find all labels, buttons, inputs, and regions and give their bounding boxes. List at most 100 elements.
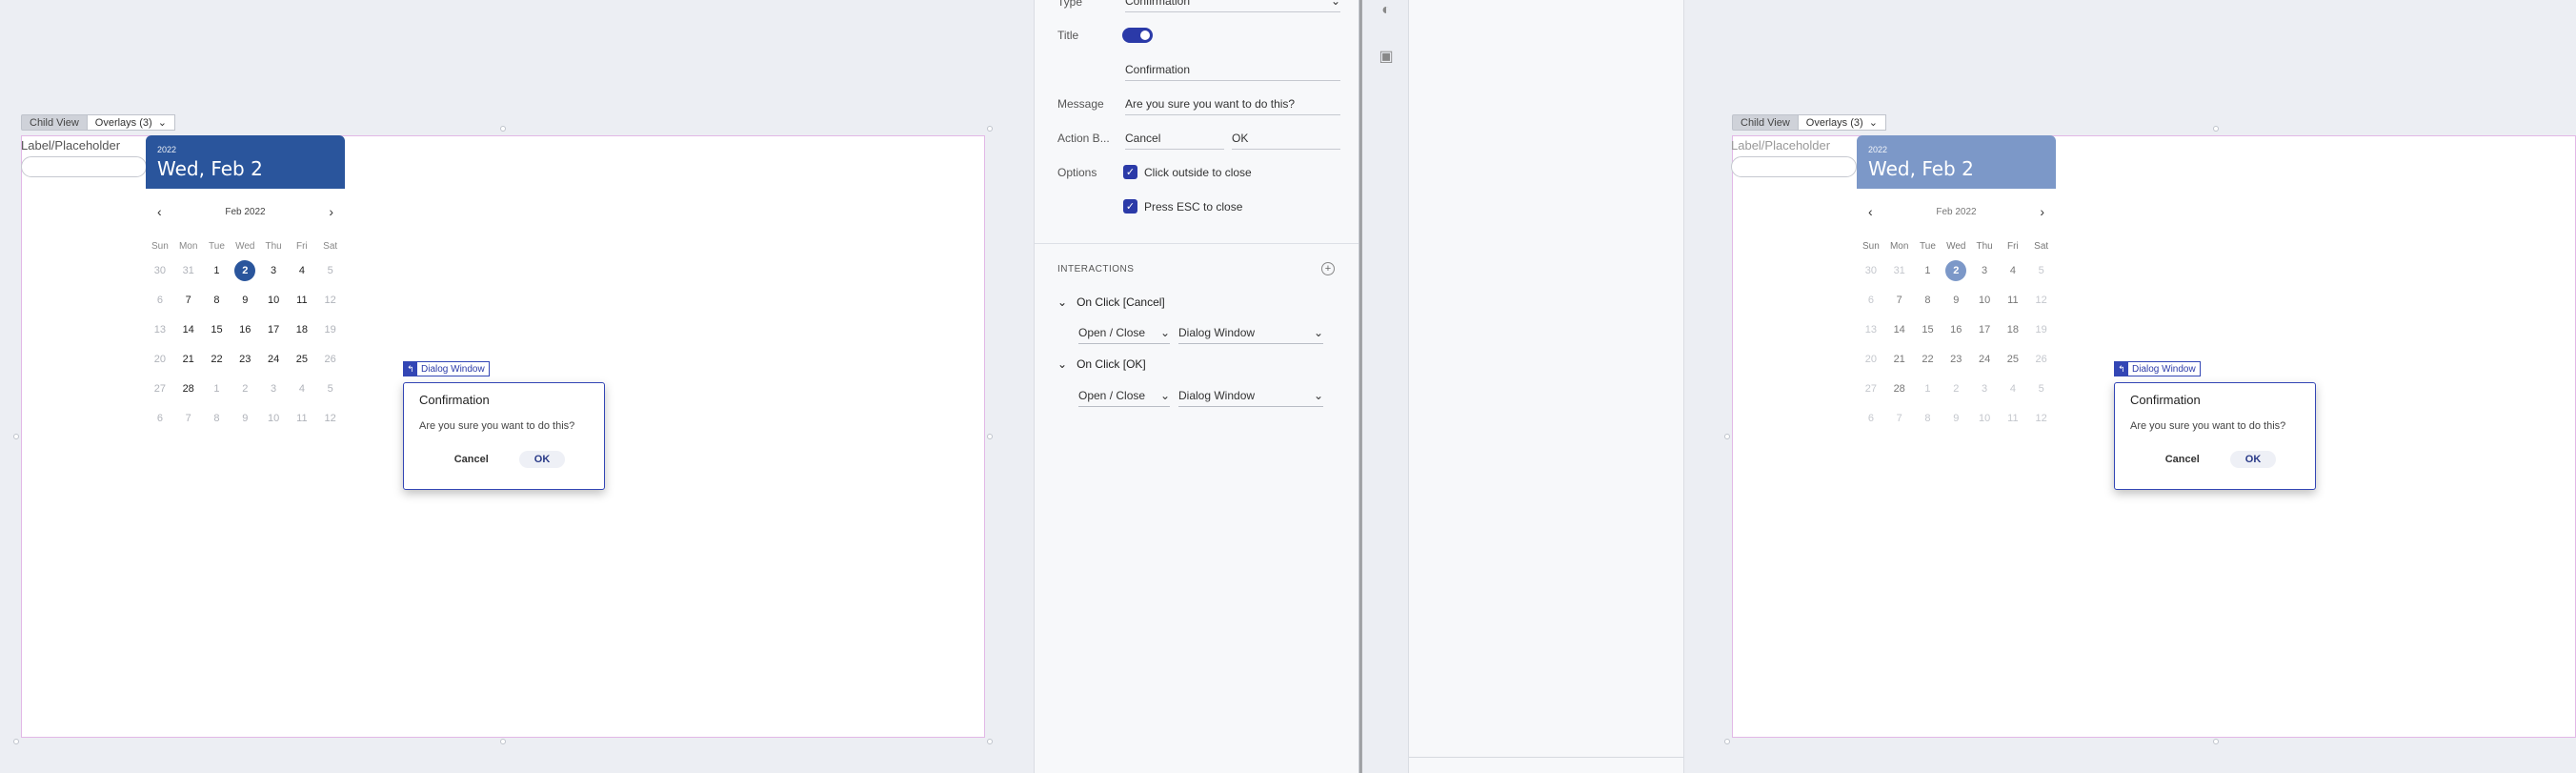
check-icon[interactable]: ✓ [1123, 199, 1137, 214]
date-input[interactable] [21, 156, 147, 177]
calendar-day[interactable]: 15 [1914, 315, 1942, 344]
calendar-day-selected[interactable]: 2 [231, 255, 259, 285]
option-click-outside[interactable]: Click outside to close [1144, 166, 1252, 179]
calendar-day[interactable]: 30 [146, 255, 174, 285]
calendar-day[interactable]: 19 [2027, 315, 2056, 344]
calendar-day[interactable]: 25 [288, 344, 316, 374]
calendar-day[interactable]: 12 [2027, 285, 2056, 315]
calendar-day[interactable]: 31 [174, 255, 203, 285]
calendar-day[interactable]: 7 [174, 285, 203, 315]
calendar-day[interactable]: 24 [1970, 344, 1999, 374]
calendar-day[interactable]: 10 [1970, 403, 1999, 433]
dialog-cancel-button[interactable]: Cancel [2154, 451, 2211, 468]
type-select[interactable]: Confirmation ⌄ [1125, 0, 1340, 12]
calendar-day[interactable]: 23 [231, 344, 259, 374]
calendar-day[interactable]: 24 [259, 344, 288, 374]
action-ok-input[interactable]: OK [1232, 132, 1340, 150]
calendar-day[interactable]: 20 [1857, 344, 1885, 374]
calendar-day[interactable]: 21 [1885, 344, 1914, 374]
calendar-day[interactable]: 10 [259, 285, 288, 315]
calendar-day[interactable]: 19 [316, 315, 345, 344]
breadcrumb-overlays[interactable]: Overlays (3) ⌄ [1798, 114, 1886, 131]
chevron-right-icon[interactable]: › [329, 204, 333, 219]
resize-handle[interactable] [13, 434, 19, 439]
calendar-day[interactable]: 27 [1857, 374, 1885, 403]
title-input[interactable]: Confirmation [1125, 63, 1340, 81]
calendar-day[interactable]: 9 [231, 403, 259, 433]
date-input[interactable] [1731, 156, 1857, 177]
calendar-day[interactable]: 7 [1885, 285, 1914, 315]
resize-handle[interactable] [987, 739, 993, 744]
calendar-day[interactable]: 28 [1885, 374, 1914, 403]
calendar-day[interactable]: 13 [1857, 315, 1885, 344]
calendar-day[interactable]: 11 [1999, 403, 2027, 433]
calendar-day[interactable]: 2 [231, 374, 259, 403]
calendar-day[interactable]: 1 [1914, 374, 1942, 403]
calendar-day[interactable]: 4 [288, 374, 316, 403]
interaction-cancel-header[interactable]: ⌄ On Click [Cancel] [1057, 295, 1165, 309]
chevron-right-icon[interactable]: › [2040, 204, 2044, 219]
calendar-day[interactable]: 25 [1999, 344, 2027, 374]
calendar-day[interactable]: 9 [231, 285, 259, 315]
calendar-day[interactable]: 11 [1999, 285, 2027, 315]
resize-handle[interactable] [1724, 739, 1730, 744]
title-toggle[interactable] [1122, 28, 1153, 43]
action-cancel-input[interactable]: Cancel [1125, 132, 1224, 150]
calendar-day[interactable]: 3 [1970, 374, 1999, 403]
calendar-day[interactable]: 26 [316, 344, 345, 374]
calendar-day[interactable]: 31 [1885, 255, 1914, 285]
calendar-day[interactable]: 27 [146, 374, 174, 403]
calendar-day[interactable]: 4 [1999, 374, 2027, 403]
calendar-day[interactable]: 5 [316, 374, 345, 403]
resize-handle[interactable] [2213, 739, 2219, 744]
interaction-ok-target-select[interactable]: Dialog Window ⌄ [1178, 389, 1323, 407]
resize-handle[interactable] [500, 739, 506, 744]
calendar-day[interactable]: 28 [174, 374, 203, 403]
breadcrumb-overlays[interactable]: Overlays (3) ⌄ [87, 114, 175, 131]
calendar-day[interactable]: 14 [1885, 315, 1914, 344]
calendar-day[interactable]: 22 [203, 344, 231, 374]
calendar-day[interactable]: 7 [174, 403, 203, 433]
dialog-window-tag[interactable]: ↰ Dialog Window [403, 361, 490, 376]
calendar-day[interactable]: 4 [1999, 255, 2027, 285]
calendar-day[interactable]: 10 [1970, 285, 1999, 315]
calendar-day[interactable]: 6 [1857, 403, 1885, 433]
calendar-day[interactable]: 8 [1914, 285, 1942, 315]
calendar-day[interactable]: 6 [146, 285, 174, 315]
calendar-day[interactable]: 18 [288, 315, 316, 344]
calendar-day[interactable]: 17 [1970, 315, 1999, 344]
save-icon[interactable]: ▣ [1376, 46, 1397, 67]
interaction-ok-action-select[interactable]: Open / Close ⌄ [1078, 389, 1170, 407]
calendar-day[interactable]: 12 [316, 403, 345, 433]
calendar-day[interactable]: 9 [1942, 285, 1970, 315]
calendar-day[interactable]: 6 [1857, 285, 1885, 315]
calendar-day[interactable]: 14 [174, 315, 203, 344]
calendar-day[interactable]: 18 [1999, 315, 2027, 344]
calendar-day[interactable]: 12 [2027, 403, 2056, 433]
calendar-day[interactable]: 3 [1970, 255, 1999, 285]
dialog-ok-button[interactable]: OK [2229, 451, 2277, 468]
calendar-day[interactable]: 23 [1942, 344, 1970, 374]
chevron-left-icon[interactable]: ‹ [1868, 204, 1873, 219]
dialog-window-tag[interactable]: ↰ Dialog Window [2114, 361, 2201, 376]
calendar-year[interactable]: 2022 [1868, 145, 2044, 154]
calendar-day[interactable]: 30 [1857, 255, 1885, 285]
calendar-day[interactable]: 16 [1942, 315, 1970, 344]
resize-handle[interactable] [987, 434, 993, 439]
breadcrumb-child-view[interactable]: Child View [1732, 114, 1799, 131]
calendar-day[interactable]: 11 [288, 403, 316, 433]
resize-handle[interactable] [1724, 434, 1730, 439]
calendar-day[interactable]: 5 [2027, 255, 2056, 285]
option-press-esc[interactable]: Press ESC to close [1144, 200, 1242, 214]
calendar-day[interactable]: 1 [203, 255, 231, 285]
resize-handle[interactable] [13, 739, 19, 744]
calendar-year[interactable]: 2022 [157, 145, 333, 154]
calendar-day[interactable]: 8 [203, 403, 231, 433]
calendar-day[interactable]: 1 [1914, 255, 1942, 285]
calendar-day[interactable]: 5 [316, 255, 345, 285]
calendar-day[interactable]: 12 [316, 285, 345, 315]
calendar-day-selected[interactable]: 2 [1942, 255, 1970, 285]
calendar-day[interactable]: 6 [146, 403, 174, 433]
interaction-cancel-target-select[interactable]: Dialog Window ⌄ [1178, 326, 1323, 344]
calendar-day[interactable]: 11 [288, 285, 316, 315]
